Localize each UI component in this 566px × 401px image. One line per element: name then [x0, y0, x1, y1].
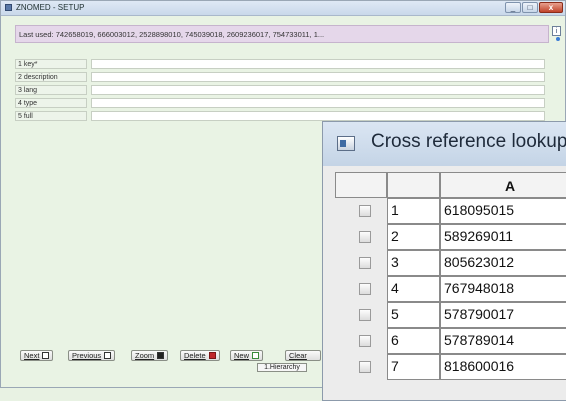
- grid-row-number-header: [387, 172, 440, 198]
- cross-reference-dialog: Cross reference lookup A 1 618095015 2 5892…: [322, 121, 566, 401]
- next-button-label: Next: [24, 351, 40, 360]
- row-number: 3: [387, 250, 440, 276]
- app-icon: [5, 4, 12, 11]
- row-number: 6: [387, 328, 440, 354]
- row-number: 2: [387, 224, 440, 250]
- previous-button[interactable]: Previous: [68, 350, 116, 361]
- row-number: 5: [387, 302, 440, 328]
- row-checkbox[interactable]: [359, 231, 371, 243]
- maximize-button[interactable]: □: [522, 2, 538, 13]
- lookup-value-cell[interactable]: 618095015: [440, 198, 566, 224]
- dialog-app-icon: [337, 136, 355, 151]
- window-title: ZNOMED - SETUP: [16, 3, 85, 12]
- lookup-value-cell[interactable]: 578789014: [440, 328, 566, 354]
- new-button[interactable]: New: [230, 350, 264, 361]
- delete-button-label: Delete: [184, 351, 206, 360]
- row-checkbox[interactable]: [359, 205, 371, 217]
- lookup-value-cell[interactable]: 805623012: [440, 250, 566, 276]
- info-icon[interactable]: i: [552, 26, 561, 36]
- close-button[interactable]: x: [539, 2, 563, 13]
- row-checkbox[interactable]: [359, 309, 371, 321]
- zoom-button-label: Zoom: [135, 351, 155, 360]
- title-bar[interactable]: ZNOMED - SETUP _ □ x: [1, 1, 565, 16]
- clear-button-label: Clear: [289, 351, 307, 360]
- row-number: 7: [387, 354, 440, 380]
- minimize-button[interactable]: _: [505, 2, 521, 13]
- row-checkbox[interactable]: [359, 361, 371, 373]
- field-label-type: 4 type: [15, 98, 87, 108]
- lookup-value-cell[interactable]: 578790017: [440, 302, 566, 328]
- description-input[interactable]: [91, 72, 545, 82]
- next-button[interactable]: Next: [20, 350, 54, 361]
- delete-icon: [208, 352, 216, 359]
- dialog-title-bar[interactable]: Cross reference lookup: [323, 122, 566, 166]
- key-input[interactable]: [91, 59, 545, 69]
- delete-button[interactable]: Delete: [180, 350, 220, 361]
- field-label-description: 2 description: [15, 72, 87, 82]
- new-document-icon: [252, 352, 260, 359]
- dialog-title: Cross reference lookup: [371, 131, 566, 152]
- full-input[interactable]: [91, 111, 545, 121]
- field-row-lang: 3 lang: [15, 85, 545, 95]
- zoom-icon: [157, 352, 165, 359]
- grid-corner: [335, 172, 387, 198]
- row-number: 4: [387, 276, 440, 302]
- previous-button-label: Previous: [72, 351, 102, 360]
- new-button-label: New: [234, 351, 250, 360]
- clear-button[interactable]: Clear: [285, 350, 321, 361]
- field-row-description: 2 description: [15, 72, 545, 82]
- row-checkbox[interactable]: [359, 283, 371, 295]
- lang-input[interactable]: [91, 85, 545, 95]
- row-checkbox[interactable]: [359, 335, 371, 347]
- field-label-lang: 3 lang: [15, 85, 87, 95]
- up-arrow-icon: [104, 352, 112, 359]
- row-checkbox[interactable]: [359, 257, 371, 269]
- lookup-value-cell[interactable]: 818600016: [440, 354, 566, 380]
- field-label-key: 1 key*: [15, 59, 87, 69]
- field-row-full: 5 full: [15, 111, 545, 121]
- last-used-bar[interactable]: Last used: 742658019, 666003012, 2528898…: [15, 25, 549, 43]
- type-input[interactable]: [91, 98, 545, 108]
- lookup-value-cell[interactable]: 589269011: [440, 224, 566, 250]
- field-row-type: 4 type: [15, 98, 545, 108]
- row-number: 1: [387, 198, 440, 224]
- status-dot-icon: [556, 37, 560, 41]
- column-a-header[interactable]: A: [440, 172, 566, 198]
- field-row-key: 1 key*: [15, 59, 545, 69]
- zoom-button[interactable]: Zoom: [131, 350, 169, 361]
- down-arrow-icon: [42, 352, 50, 359]
- field-label-full: 5 full: [15, 111, 87, 121]
- lookup-value-cell[interactable]: 767948018: [440, 276, 566, 302]
- hierarchy-button[interactable]: 1.Hierarchy: [257, 363, 307, 372]
